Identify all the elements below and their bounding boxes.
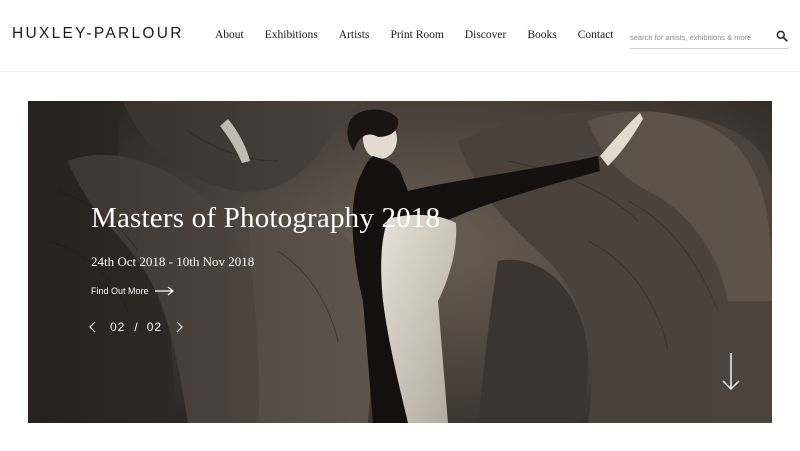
nav-item-discover[interactable]: Discover	[465, 29, 507, 45]
hero-banner[interactable]: Masters of Photography 2018 24th Oct 201…	[28, 101, 772, 423]
slide-pager: 02 / 02	[88, 319, 184, 335]
nav-item-print-room[interactable]: Print Room	[390, 29, 443, 45]
main-nav: About Exhibitions Artists Print Room Dis…	[215, 29, 614, 45]
nav-item-exhibitions[interactable]: Exhibitions	[265, 29, 318, 45]
search-bar	[630, 27, 788, 49]
pager-current: 02	[110, 320, 126, 334]
hero-dates: 24th Oct 2018 - 10th Nov 2018	[91, 254, 255, 269]
pager-separator: /	[134, 320, 138, 334]
arrow-down-icon[interactable]	[721, 353, 741, 391]
site-header: HUXLEY-PARLOUR About Exhibitions Artists…	[0, 0, 800, 72]
hero-title: Masters of Photography 2018	[91, 202, 441, 234]
pager-total: 02	[146, 320, 163, 334]
find-out-more-link[interactable]: Find Out More	[91, 284, 175, 298]
nav-item-about[interactable]: About	[215, 29, 244, 45]
nav-item-artists[interactable]: Artists	[339, 29, 370, 45]
chevron-left-icon[interactable]	[88, 320, 98, 334]
chevron-right-icon[interactable]	[174, 320, 184, 334]
search-icon[interactable]	[776, 30, 788, 42]
search-input[interactable]	[630, 29, 770, 45]
site-logo[interactable]: HUXLEY-PARLOUR	[12, 25, 184, 43]
find-out-more-label: Find Out More	[91, 286, 149, 296]
arrow-right-icon	[154, 286, 174, 296]
nav-item-books[interactable]: Books	[527, 29, 556, 45]
nav-item-contact[interactable]: Contact	[578, 29, 614, 45]
